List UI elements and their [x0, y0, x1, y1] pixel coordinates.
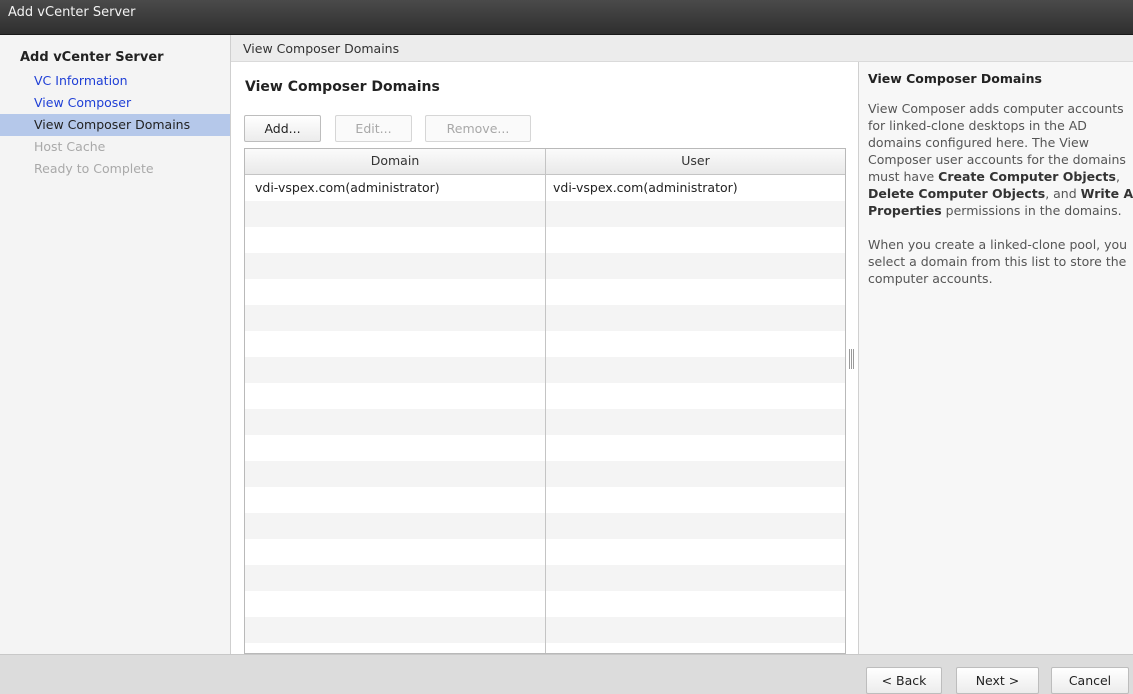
breadcrumb-label: View Composer Domains — [243, 41, 400, 56]
help-permission-delete: Delete Computer Objects — [868, 186, 1046, 201]
window-title-bar: Add vCenter Server — [0, 0, 1133, 35]
splitter-grip-icon[interactable] — [849, 349, 855, 369]
column-header-user[interactable]: User — [546, 149, 845, 174]
help-text-segment: , — [1115, 169, 1120, 184]
column-divider — [545, 149, 546, 653]
edit-button: Edit... — [335, 115, 412, 142]
help-title: View Composer Domains — [868, 71, 1042, 86]
main-content: View Composer Domains Add... Edit... Rem… — [231, 62, 858, 654]
step-view-composer-domains[interactable]: View Composer Domains — [0, 114, 230, 136]
add-button[interactable]: Add... — [244, 115, 321, 142]
remove-button: Remove... — [425, 115, 531, 142]
step-vc-information[interactable]: VC Information — [0, 70, 230, 92]
next-button[interactable]: Next > — [956, 667, 1039, 694]
wizard-title: Add vCenter Server — [20, 50, 164, 65]
domains-table: Domain User vdi-vspex.com(administrator)… — [244, 148, 846, 654]
step-ready-to-complete: Ready to Complete — [34, 161, 154, 176]
help-description: View Composer adds computer accounts for… — [868, 100, 1133, 287]
column-header-domain[interactable]: Domain — [245, 149, 545, 174]
domain-cell: vdi-vspex.com(administrator) — [255, 180, 440, 195]
help-paragraph-2: When you create a linked-clone pool, you… — [868, 237, 1128, 286]
breadcrumb: View Composer Domains — [231, 35, 1133, 62]
step-host-cache: Host Cache — [34, 139, 106, 154]
user-cell: vdi-vspex.com(administrator) — [553, 180, 738, 195]
help-text-segment: , and — [1045, 186, 1081, 201]
back-button[interactable]: < Back — [866, 667, 942, 694]
help-panel: View Composer Domains View Composer adds… — [859, 62, 1133, 654]
window-title: Add vCenter Server — [8, 5, 136, 20]
page-title: View Composer Domains — [245, 79, 440, 95]
wizard-steps-sidebar: Add vCenter Server VC Information View C… — [0, 35, 231, 654]
step-view-composer[interactable]: View Composer — [0, 92, 230, 114]
help-text-segment: permissions in the domains. — [941, 203, 1122, 218]
help-permission-create: Create Computer Objects — [938, 169, 1116, 184]
wizard-footer: < Back Next > Cancel — [0, 654, 1133, 694]
cancel-button[interactable]: Cancel — [1051, 667, 1129, 694]
